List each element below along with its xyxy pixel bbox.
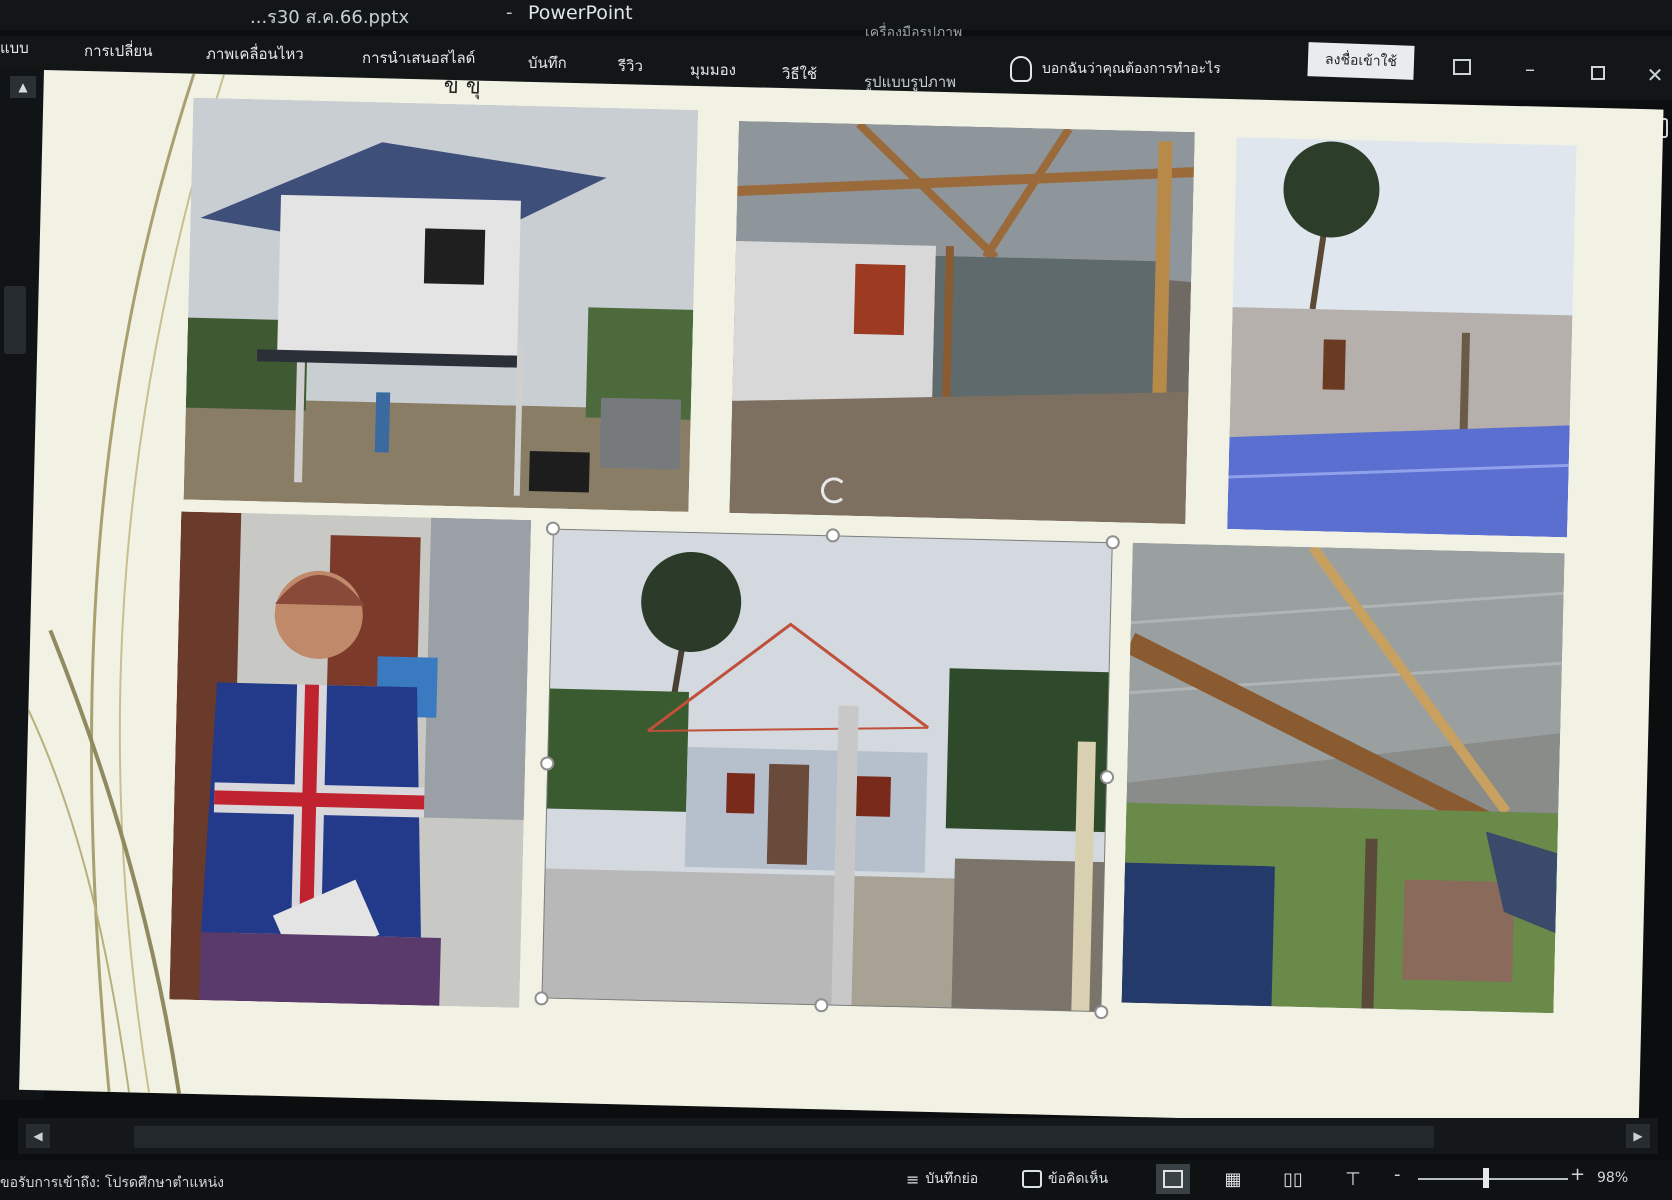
comments-button[interactable]: ข้อคิดเห็น	[1022, 1168, 1108, 1190]
tab-review[interactable]: รีวิว	[618, 54, 643, 78]
close-icon: ✕	[1646, 63, 1664, 87]
presentation-icon: ⊤	[1345, 1168, 1361, 1190]
tab-slide-show[interactable]: การนำเสนอสไลด์	[362, 46, 475, 70]
horizontal-scrollbar[interactable]: ◀ ▶	[18, 1118, 1658, 1154]
slide-canvas[interactable]: ข ขุ	[19, 70, 1664, 1130]
zoom-slider[interactable]	[1418, 1178, 1568, 1180]
ribbon-display-icon	[1453, 59, 1471, 75]
resize-handle-bottom[interactable]	[814, 998, 829, 1013]
tell-me-search[interactable]: บอกฉันว่าคุณต้องการทำอะไร	[1010, 56, 1221, 82]
grid-icon: ▦	[1224, 1168, 1242, 1190]
minimize-button[interactable]: –	[1510, 54, 1550, 84]
scroll-left-icon[interactable]: ◀	[26, 1124, 50, 1148]
ribbon-display-options-button[interactable]	[1442, 52, 1482, 82]
thumbnail-scrollbar[interactable]	[4, 286, 26, 354]
zoom-level[interactable]: 98%	[1597, 1170, 1628, 1186]
slide-sorter-button[interactable]: ▦	[1216, 1164, 1250, 1194]
comments-label: ข้อคิดเห็น	[1048, 1171, 1109, 1187]
tab-record[interactable]: บันทึก	[528, 51, 567, 75]
selection-outline	[541, 528, 1113, 1013]
tab-help[interactable]: วิธีใช้	[782, 62, 817, 86]
notes-button[interactable]: ≡ บันทึกย่อ	[906, 1168, 978, 1190]
tab-design[interactable]: แบบ	[0, 36, 29, 60]
tab-view[interactable]: มุมมอง	[690, 58, 736, 82]
title-bar: ...ร30 ส.ค.66.pptx - PowerPoint เครื่องม…	[0, 0, 1672, 41]
lightbulb-icon	[1010, 56, 1032, 82]
status-bar: ขอรับการเข้าถึง: โปรดศึกษาตำแหน่ง ≡ บันท…	[0, 1160, 1672, 1200]
resize-handle-right[interactable]	[1099, 770, 1115, 785]
zoom-slider-knob[interactable]	[1482, 1168, 1489, 1188]
photo-elderly-woman[interactable]	[169, 511, 532, 1008]
tell-me-label: บอกฉันว่าคุณต้องการทำอะไร	[1042, 61, 1221, 77]
minimize-icon: –	[1525, 57, 1535, 81]
notes-icon: ≡	[906, 1169, 920, 1189]
document-title: ...ร30 ส.ค.66.pptx	[250, 7, 410, 28]
restore-icon	[1591, 66, 1605, 80]
normal-view-icon	[1163, 1170, 1183, 1188]
notes-label: บันทึกย่อ	[925, 1171, 979, 1187]
photo-interior-roof[interactable]	[729, 120, 1195, 525]
normal-view-button[interactable]	[1156, 1164, 1190, 1194]
zoom-in-button[interactable]: +	[1570, 1164, 1585, 1185]
tab-transitions[interactable]: การเปลี่ยน	[84, 39, 152, 63]
accessibility-status[interactable]: ขอรับการเข้าถึง: โปรดศึกษาตำแหน่ง	[0, 1172, 224, 1194]
book-icon: ▯▯	[1283, 1168, 1303, 1190]
restore-button[interactable]	[1578, 58, 1618, 88]
photo-walls-palm[interactable]	[1227, 137, 1577, 538]
comment-icon	[1022, 1170, 1042, 1188]
photo-damaged-roof[interactable]	[1121, 542, 1565, 1014]
app-name: PowerPoint	[528, 2, 633, 24]
slideshow-button[interactable]: ⊤	[1336, 1164, 1370, 1194]
horizontal-scroll-thumb[interactable]	[134, 1126, 1434, 1148]
sign-in-button[interactable]: ลงชื่อเข้าใช้	[1307, 42, 1415, 80]
close-button[interactable]: ✕	[1640, 60, 1670, 90]
reading-view-button[interactable]: ▯▯	[1276, 1164, 1310, 1194]
scroll-right-icon[interactable]: ▶	[1626, 1124, 1650, 1148]
resize-handle-top-right[interactable]	[1105, 535, 1120, 550]
photo-stilt-house[interactable]	[183, 97, 699, 512]
resize-handle-bottom-left[interactable]	[534, 991, 549, 1006]
tab-animations[interactable]: ภาพเคลื่อนไหว	[206, 42, 304, 66]
title-separator: -	[506, 2, 513, 23]
resize-handle-bottom-right[interactable]	[1094, 1004, 1109, 1020]
thumbnail-scroll-up-button[interactable]: ▲	[10, 76, 36, 98]
zoom-out-button[interactable]: -	[1394, 1164, 1401, 1185]
